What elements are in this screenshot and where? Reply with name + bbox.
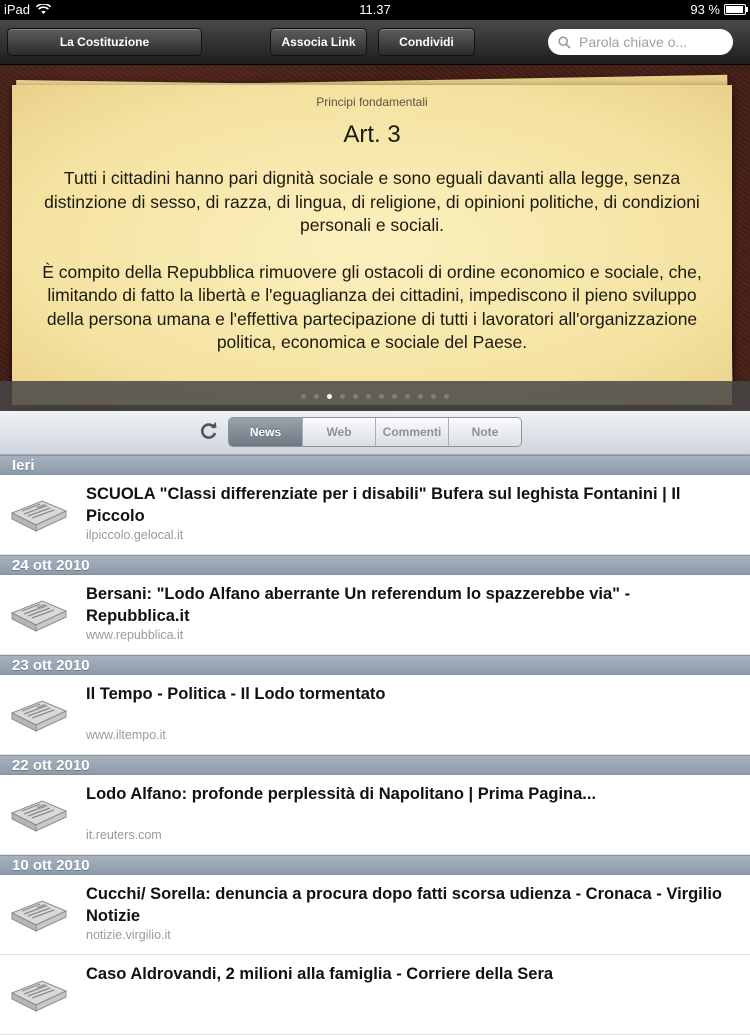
page-dot[interactable] bbox=[301, 393, 306, 399]
article-page: Principi fondamentali Art. 3 Tutti i cit… bbox=[12, 85, 732, 405]
page-dot[interactable] bbox=[405, 393, 410, 399]
article-title: Art. 3 bbox=[343, 121, 401, 148]
news-title: Cucchi/ Sorella: denuncia a procura dopo… bbox=[86, 885, 722, 925]
tab-web[interactable]: Web bbox=[302, 418, 375, 446]
date-section-header: Ieri bbox=[0, 455, 750, 475]
tab-comments[interactable]: Commenti bbox=[375, 418, 448, 446]
page-dot[interactable] bbox=[418, 393, 423, 399]
news-title: Lodo Alfano: profonde perplessità di Nap… bbox=[86, 785, 597, 803]
news-source: ilpiccolo.gelocal.it bbox=[86, 528, 184, 542]
date-section-header: 10 ott 2010 bbox=[0, 855, 750, 875]
status-bar: iPad 11.37 93 % bbox=[0, 0, 750, 20]
page-dot[interactable] bbox=[314, 393, 319, 399]
page-dot[interactable] bbox=[353, 393, 358, 399]
news-item[interactable]: SCUOLA "Classi differenziate per i disab… bbox=[0, 475, 750, 555]
page-dot[interactable] bbox=[392, 393, 397, 399]
newspaper-icon bbox=[10, 800, 68, 832]
news-item[interactable]: Lodo Alfano: profonde perplessità di Nap… bbox=[0, 775, 750, 855]
news-title: Il Tempo - Politica - Il Lodo tormentato bbox=[86, 685, 386, 703]
page-dot[interactable] bbox=[340, 393, 345, 399]
tab-news[interactable]: News bbox=[229, 418, 302, 446]
newspaper-icon bbox=[10, 900, 68, 932]
battery-percent: 93 % bbox=[690, 2, 720, 17]
clock: 11.37 bbox=[359, 2, 391, 17]
article-paragraph-1: Tutti i cittadini hanno pari dignità soc… bbox=[44, 168, 700, 235]
news-title: Bersani: "Lodo Alfano aberrante Un refer… bbox=[86, 585, 631, 625]
page-dot[interactable] bbox=[366, 393, 371, 399]
article-paragraph-2: È compito della Repubblica rimuovere gli… bbox=[42, 261, 702, 353]
associate-link-button[interactable]: Associa Link bbox=[270, 28, 367, 56]
refresh-button[interactable] bbox=[198, 420, 220, 442]
date-section-header: 24 ott 2010 bbox=[0, 555, 750, 575]
battery-icon bbox=[724, 4, 748, 15]
date-section-header: 22 ott 2010 bbox=[0, 755, 750, 775]
toolbar: La Costituzione Associa Link Condividi bbox=[0, 20, 750, 65]
search-field[interactable] bbox=[548, 29, 733, 55]
news-source: it.reuters.com bbox=[86, 828, 162, 842]
page-dot[interactable] bbox=[379, 393, 384, 399]
news-item[interactable]: Il Tempo - Politica - Il Lodo tormentato… bbox=[0, 675, 750, 755]
tab-notes[interactable]: Note bbox=[448, 418, 521, 446]
news-list[interactable]: Ieri SCUOLA "Classi differenziate per i d… bbox=[0, 455, 750, 1035]
news-source: www.iltempo.it bbox=[86, 728, 166, 742]
newspaper-icon bbox=[10, 600, 68, 632]
news-item[interactable]: Bersani: "Lodo Alfano aberrante Un refer… bbox=[0, 575, 750, 655]
news-item[interactable]: Cucchi/ Sorella: denuncia a procura dopo… bbox=[0, 875, 750, 955]
news-title: Caso Aldrovandi, 2 milioni alla famiglia… bbox=[86, 965, 554, 983]
news-source: notizie.virgilio.it bbox=[86, 928, 171, 942]
share-button[interactable]: Condividi bbox=[378, 28, 475, 56]
news-source: www.repubblica.it bbox=[86, 628, 184, 642]
date-section-header: 23 ott 2010 bbox=[0, 655, 750, 675]
refresh-icon bbox=[201, 422, 217, 439]
article-section: Principi fondamentali bbox=[316, 95, 428, 109]
newspaper-icon bbox=[10, 980, 68, 1012]
search-input[interactable] bbox=[577, 33, 731, 51]
news-item[interactable]: Caso Aldrovandi, 2 milioni alla famiglia… bbox=[0, 955, 750, 1035]
page-dot[interactable] bbox=[431, 393, 436, 399]
page-indicator[interactable] bbox=[0, 381, 750, 411]
constitution-button[interactable]: La Costituzione bbox=[7, 28, 202, 56]
newspaper-icon bbox=[10, 500, 68, 532]
news-title: SCUOLA "Classi differenziate per i disab… bbox=[86, 485, 681, 525]
article-viewer[interactable]: Principi fondamentali Art. 3 Tutti i cit… bbox=[0, 65, 750, 415]
page-dot[interactable] bbox=[444, 393, 449, 399]
content-segmented-control: News Web Commenti Note bbox=[228, 417, 522, 447]
tab-bar: News Web Commenti Note bbox=[0, 411, 750, 455]
page-dot[interactable] bbox=[327, 393, 332, 399]
search-icon bbox=[558, 35, 571, 49]
newspaper-icon bbox=[10, 700, 68, 732]
